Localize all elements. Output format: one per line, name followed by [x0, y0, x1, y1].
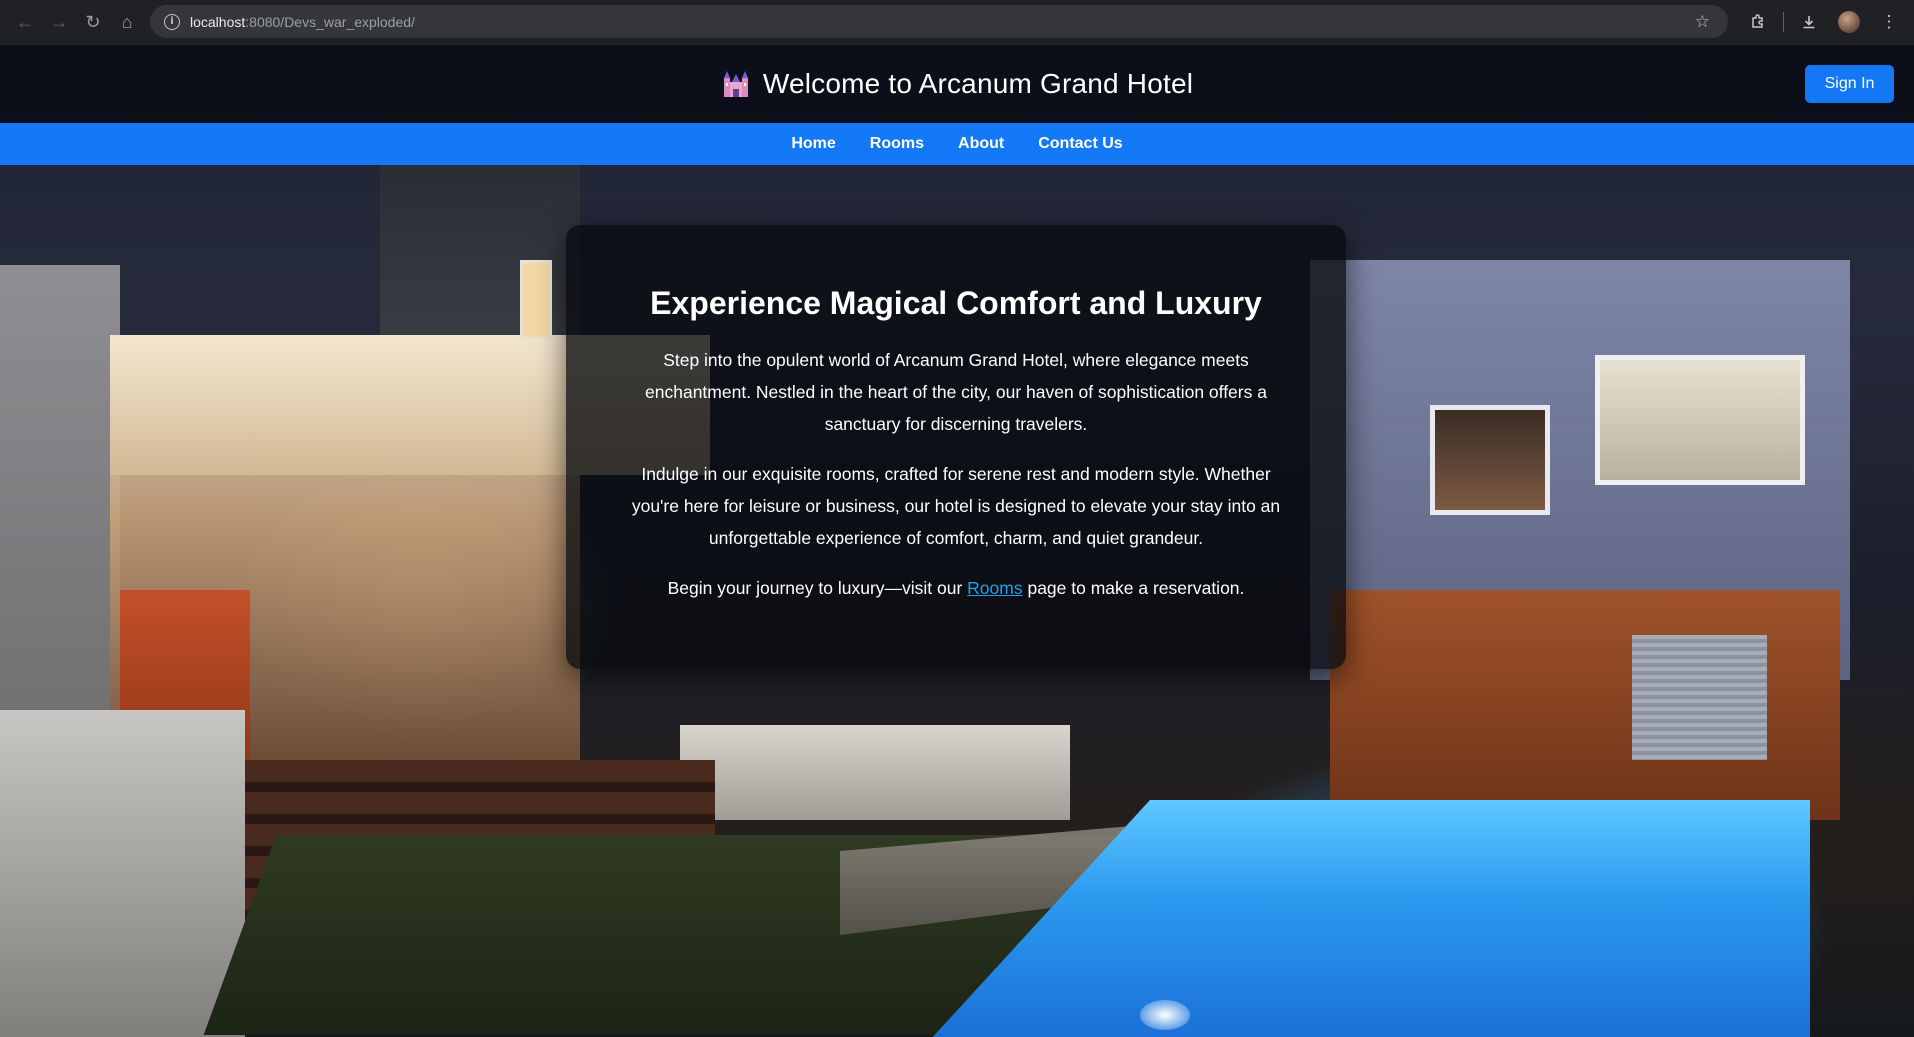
site-title-group: Welcome to Arcanum Grand Hotel: [0, 45, 1914, 123]
garage-shutter: [1632, 635, 1767, 760]
nav-item-home[interactable]: Home: [791, 135, 835, 153]
nav-item-about[interactable]: About: [958, 135, 1004, 153]
site-info-icon[interactable]: i: [164, 13, 180, 30]
hero-heading: Experience Magical Comfort and Luxury: [650, 285, 1262, 321]
right-window-small: [1430, 405, 1550, 515]
extensions-icon[interactable]: [1741, 5, 1775, 39]
castle-icon: [723, 71, 748, 97]
page-viewport: Welcome to Arcanum Grand Hotel Sign In H…: [0, 45, 1914, 1037]
address-bar[interactable]: i localhost:8080/Devs_war_exploded/ ☆: [150, 5, 1728, 38]
main-nav: Home Rooms About Contact Us: [0, 123, 1914, 165]
reload-icon[interactable]: ↻: [76, 6, 110, 40]
nav-item-contact[interactable]: Contact Us: [1038, 135, 1122, 153]
pool-light: [1140, 1000, 1190, 1030]
site-title: Welcome to Arcanum Grand Hotel: [762, 68, 1194, 99]
back-arrow-icon[interactable]: ←: [8, 6, 42, 40]
sign-in-button[interactable]: Sign In: [1805, 65, 1894, 103]
toolbar-divider: [1783, 12, 1784, 32]
url-path: :8080/Devs_war_exploded/: [245, 13, 415, 30]
menu-kebab-icon[interactable]: ⋮: [1872, 5, 1906, 39]
home-icon[interactable]: ⌂: [110, 6, 144, 40]
site-header: Welcome to Arcanum Grand Hotel Sign In: [0, 45, 1914, 123]
download-icon[interactable]: [1792, 5, 1826, 39]
hero-paragraph-rooms: Indulge in our exquisite rooms, crafted …: [631, 464, 1281, 548]
hero-cta-before: Begin your journey to luxury—visit our: [667, 578, 968, 598]
hero-cta: Begin your journey to luxury—visit our R…: [616, 572, 1296, 604]
profile-avatar[interactable]: [1832, 5, 1866, 39]
rooms-link[interactable]: Rooms: [967, 578, 1022, 598]
right-window-large: [1595, 355, 1805, 485]
url-host: localhost: [190, 13, 246, 30]
left-planter-block: [0, 710, 245, 1037]
nav-item-rooms[interactable]: Rooms: [870, 135, 924, 153]
lit-window: [520, 260, 552, 340]
bookmark-star-icon[interactable]: ☆: [1695, 12, 1710, 32]
browser-actions: ⋮: [1741, 5, 1906, 39]
forward-arrow-icon[interactable]: →: [42, 6, 76, 40]
hero-cta-after: page to make a reservation.: [1022, 578, 1245, 598]
hero-paragraph-intro: Step into the opulent world of Arcanum G…: [645, 350, 1267, 434]
hero-card: Experience Magical Comfort and Luxury St…: [566, 225, 1346, 669]
browser-toolbar: ← → ↻ ⌂ i localhost:8080/Devs_war_explod…: [0, 0, 1914, 45]
flower-planter: [680, 725, 1070, 820]
